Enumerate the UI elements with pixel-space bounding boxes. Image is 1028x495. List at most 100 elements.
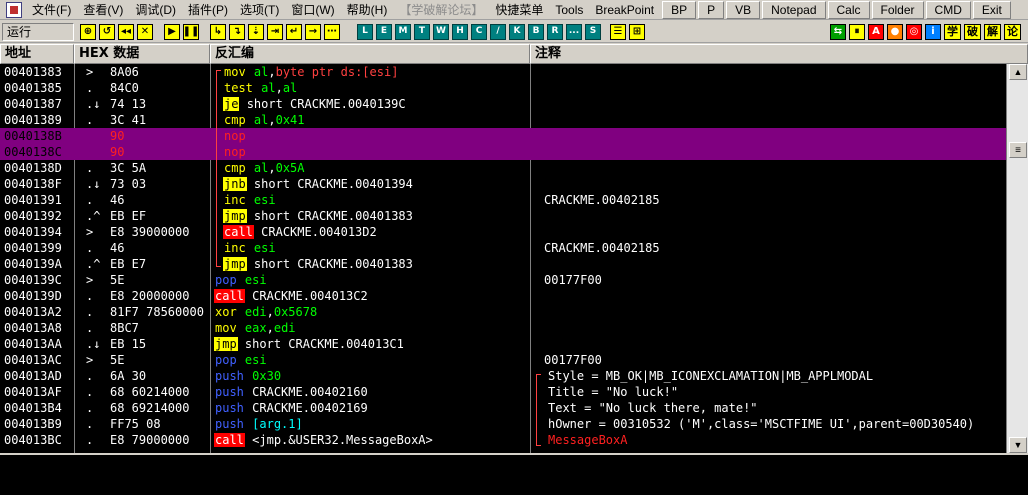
scroll-up-button[interactable]: ▲ [1009, 64, 1027, 80]
header-address[interactable]: 地址 [0, 44, 74, 64]
vertical-scrollbar[interactable]: ▲ ≡ ▼ [1006, 64, 1028, 453]
forum-button-3[interactable]: 论 [1004, 23, 1021, 40]
table-row[interactable]: 0040138C 90 nop [0, 144, 1006, 160]
table-row[interactable]: 00401389. 3C 41 cmp al,0x41 [0, 112, 1006, 128]
table-row[interactable]: 004013B9. FF75 08 push [arg.1] hOwner = 003… [0, 416, 1006, 432]
window-button-11[interactable]: ... [566, 23, 582, 40]
window-button-7[interactable]: / [490, 23, 506, 40]
run-control-4-icon[interactable]: ▶ [164, 23, 180, 40]
window-button-3[interactable]: T [414, 23, 430, 40]
table-row[interactable]: 00401392 .^ EB EF jmp short CRACKME.0040138… [0, 208, 1006, 224]
scroll-down-button[interactable]: ▼ [1009, 437, 1027, 453]
run-control-0-icon[interactable]: ⊕ [80, 23, 96, 40]
calc-button[interactable]: Calc [827, 0, 870, 19]
table-row[interactable]: 00401387 .↓ 74 13 je short CRACKME.0040139C [0, 96, 1006, 112]
header-hex[interactable]: HEX 数据 [74, 44, 210, 64]
row-comment: 00177F00 [544, 273, 602, 287]
run-control-1-icon[interactable]: ↺ [99, 23, 115, 40]
table-row[interactable]: 0040138D. 3C 5A cmp al,0x5A [0, 160, 1006, 176]
plugin-button-5-icon[interactable]: i [925, 23, 941, 40]
notepad-button[interactable]: Notepad [762, 0, 826, 19]
p-button[interactable]: P [698, 0, 725, 19]
view-button-1-icon[interactable]: ⊞ [629, 23, 645, 40]
plugin-button-2-icon[interactable]: A [868, 23, 884, 40]
menu-item-5[interactable]: 窗口(W) [285, 1, 340, 19]
plugin-button-4-icon[interactable]: ◎ [906, 23, 922, 40]
window-button-5[interactable]: H [452, 23, 468, 40]
menu-item-6[interactable]: 帮助(H) [341, 1, 394, 19]
table-row[interactable]: 00401399. 46 inc esi CRACKME.00402185 [0, 240, 1006, 256]
plugin-button-1-icon[interactable]: ⏸ [849, 23, 865, 40]
table-row[interactable]: 004013B4. 68 69214000 push CRACKME.0040216… [0, 400, 1006, 416]
disassembly-pane[interactable]: 00401383 >8A06 mov al,byte ptr ds:[esi] 004… [0, 64, 1006, 453]
run-control-10-icon[interactable]: ↵ [286, 23, 302, 40]
cmd-button[interactable]: CMD [925, 0, 971, 19]
table-row[interactable]: 004013A2. 81F7 78560000 xor edi,0x5678 [0, 304, 1006, 320]
row-address: 00401392 [4, 209, 62, 223]
table-row[interactable]: 004013A8. 8BC7 mov eax,edi [0, 320, 1006, 336]
scroll-thumb[interactable]: ≡ [1009, 142, 1027, 158]
window-button-6[interactable]: C [471, 23, 487, 40]
header-comment[interactable]: 注释 [530, 44, 1028, 64]
table-row[interactable]: 0040139C >5E pop esi 00177F00 [0, 272, 1006, 288]
forum-button-1[interactable]: 破 [964, 23, 981, 40]
folder-button[interactable]: Folder [871, 0, 924, 19]
table-row[interactable]: 004013AF. 68 60214000 push CRACKME.0040216… [0, 384, 1006, 400]
row-operand: CRACKME.00402160 [252, 385, 368, 399]
plugin-button-3-icon[interactable]: ● [887, 23, 903, 40]
run-control-7-icon[interactable]: ↴ [229, 23, 245, 40]
forum-button-2[interactable]: 解 [984, 23, 1001, 40]
menu-item-2[interactable]: 调试(D) [129, 1, 182, 19]
window-button-0[interactable]: L [357, 23, 373, 40]
app-icon[interactable] [6, 1, 22, 18]
table-row[interactable]: 00401383 >8A06 mov al,byte ptr ds:[esi] [0, 64, 1006, 80]
table-row[interactable]: 0040139A .^ EB E7 jmp short CRACKME.0040138… [0, 256, 1006, 272]
row-operand: al [261, 81, 276, 95]
run-control-3-icon[interactable]: ✕ [137, 23, 153, 40]
window-button-8[interactable]: K [509, 23, 525, 40]
run-control-11-icon[interactable]: → [305, 23, 321, 40]
menu-quick[interactable]: 快捷菜单 [489, 1, 549, 19]
window-button-9[interactable]: B [528, 23, 544, 40]
window-button-2[interactable]: M [395, 23, 411, 40]
table-row[interactable]: 004013AA .↓ EB 15 jmp short CRACKME.004013C… [0, 336, 1006, 352]
table-row[interactable]: 00401385. 84C0 test al,al [0, 80, 1006, 96]
menu-tools[interactable]: Tools [549, 1, 589, 19]
table-row[interactable]: 00401394 > E8 39000000 call CRACKME.004013D… [0, 224, 1006, 240]
table-row[interactable]: 00401391. 46 inc esi CRACKME.00402185 [0, 192, 1006, 208]
row-comment: CRACKME.00402185 [544, 241, 660, 255]
table-row[interactable]: 0040139D. E8 20000000 call CRACKME.004013C… [0, 288, 1006, 304]
row-mnemonic: push [215, 385, 244, 399]
header-disasm[interactable]: 反汇编 [210, 44, 530, 64]
menu-item-1[interactable]: 查看(V) [77, 1, 129, 19]
table-row[interactable]: 004013BC. E8 79000000 call <jmp.&USER32.Me… [0, 432, 1006, 448]
row-hex: 68 60214000 [110, 385, 190, 399]
row-jump-marker [86, 128, 106, 144]
view-button-0-icon[interactable]: ☰ [610, 23, 626, 40]
run-control-8-icon[interactable]: ⇣ [248, 23, 264, 40]
menu-item-4[interactable]: 选项(T) [234, 1, 285, 19]
menu-items: 文件(F) 查看(V) 调试(D) 插件(P) 选项(T) 窗口(W) 帮助(H) [26, 1, 393, 19]
exit-button[interactable]: Exit [972, 0, 1011, 19]
window-button-12[interactable]: S [585, 23, 601, 40]
window-button-4[interactable]: W [433, 23, 449, 40]
table-row[interactable]: 004013AD. 6A 30 push 0x30 Style = MB_OK|MB_… [0, 368, 1006, 384]
row-comment [540, 304, 1006, 320]
menu-item-3[interactable]: 插件(P) [182, 1, 234, 19]
table-row[interactable]: 004013AC >5E pop esi 00177F00 [0, 352, 1006, 368]
table-row[interactable]: 0040138B 90 nop [0, 128, 1006, 144]
run-control-5-icon[interactable]: ❚❚ [183, 23, 199, 40]
forum-button-0[interactable]: 学 [944, 23, 961, 40]
run-control-9-icon[interactable]: ⇥ [267, 23, 283, 40]
vb-button[interactable]: VB [726, 0, 761, 19]
menu-breakpoint[interactable]: BreakPoint [589, 1, 660, 19]
plugin-button-0-icon[interactable]: ⇆ [830, 23, 846, 40]
window-button-10[interactable]: R [547, 23, 563, 40]
bp-button[interactable]: BP [662, 0, 697, 19]
menu-item-0[interactable]: 文件(F) [26, 1, 77, 19]
run-control-6-icon[interactable]: ↳ [210, 23, 226, 40]
run-control-12-icon[interactable]: ⋯ [324, 23, 340, 40]
run-control-2-icon[interactable]: ◂◂ [118, 23, 134, 40]
window-button-1[interactable]: E [376, 23, 392, 40]
table-row[interactable]: 0040138F .↓ 73 03 jnb short CRACKME.0040139… [0, 176, 1006, 192]
